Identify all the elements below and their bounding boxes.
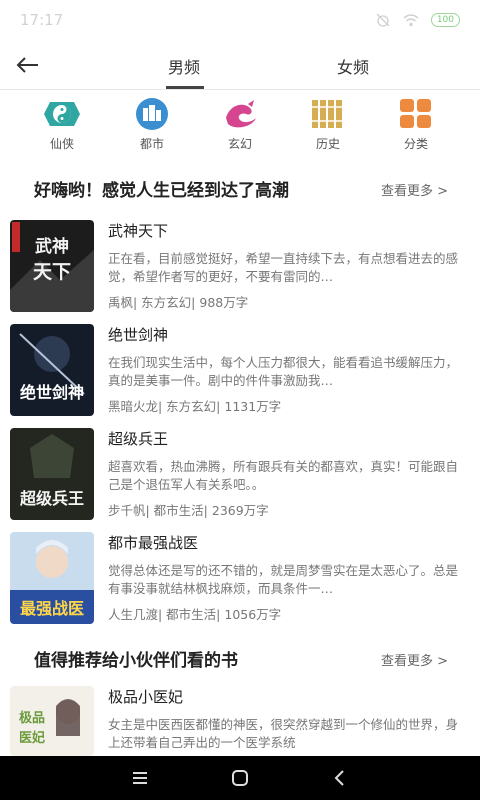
tab-male[interactable]: 男频 xyxy=(144,54,224,78)
home-icon[interactable] xyxy=(228,766,252,790)
book-description: 在我们现实生活中，每个人压力都很大，能看看追书缓解压力，真的是美事一件。剧中的件… xyxy=(108,355,459,388)
alarm-off-icon xyxy=(376,13,390,27)
view-more-link[interactable]: 查看更多 > xyxy=(381,180,448,199)
book-meta: 禹枫| 东方玄幻| 988万字 xyxy=(108,295,249,310)
grid-icon xyxy=(400,99,431,128)
wifi-icon xyxy=(403,14,419,27)
category-label: 仙侠 xyxy=(49,137,74,151)
book-description: 超喜欢看，热血沸腾，所有跟兵有关的都喜欢，真实！可能跟自己是个退伍军人有关系吧。… xyxy=(108,459,459,492)
category-history[interactable]: 历史 xyxy=(298,98,358,152)
category-row: 仙侠 都市 玄幻 历史 分类 xyxy=(0,98,480,158)
dragon-icon xyxy=(226,100,256,128)
cover-title: 超级兵王 xyxy=(19,489,84,508)
category-fantasy[interactable]: 玄幻 xyxy=(210,98,270,152)
book-item[interactable]: 绝世剑神 绝世剑神 在我们现实生活中，每个人压力都很大，能看看追书缓解压力，真的… xyxy=(10,324,470,418)
book-description: 正在看，目前感觉挺好，希望一直持续下去，有点想看进去的感觉，希望作者写的更好，不… xyxy=(108,251,459,284)
status-time: 17:17 xyxy=(20,11,64,29)
book-meta: 黑暗火龙| 东方玄幻| 1131万字 xyxy=(108,399,282,414)
book-meta: 步千帆| 都市生活| 2369万字 xyxy=(108,503,269,518)
book-meta: 人生几渡| 都市生活| 1056万字 xyxy=(108,607,282,622)
section-title: 好嗨哟！感觉人生已经到达了高潮 xyxy=(34,181,289,201)
active-tab-indicator xyxy=(166,86,204,89)
view-more-link[interactable]: 查看更多 > xyxy=(381,650,448,669)
category-all[interactable]: 分类 xyxy=(386,98,446,152)
system-nav-bar xyxy=(0,756,480,800)
category-label: 分类 xyxy=(403,137,428,151)
book-item[interactable]: 武神 天下 武神天下 正在看，目前感觉挺好，希望一直持续下去，有点想看进去的感觉… xyxy=(10,220,470,314)
book-title: 绝世剑神 xyxy=(108,326,169,344)
book-item[interactable]: 最强战医 都市最强战医 觉得总体还是写的还不错的，就是周梦雪实在是太恶心了。总是… xyxy=(10,532,470,626)
category-label: 玄幻 xyxy=(227,137,252,151)
cover-title: 医妃 xyxy=(19,730,45,746)
back-arrow-icon[interactable] xyxy=(14,52,42,78)
bamboo-scroll-icon xyxy=(310,100,344,128)
cover-title: 天下 xyxy=(33,261,71,283)
book-item[interactable]: 超级兵王 超级兵王 超喜欢看，热血沸腾，所有跟兵有关的都喜欢，真实！可能跟自己是… xyxy=(10,428,470,522)
book-description: 觉得总体还是写的还不错的，就是周梦雪实在是太恶心了。总是有事没事就结林枫找麻烦，… xyxy=(108,563,459,596)
back-icon[interactable] xyxy=(328,766,352,790)
book-title: 超级兵王 xyxy=(108,430,169,448)
top-nav: 男频 女频 xyxy=(0,40,480,90)
book-title: 极品小医妃 xyxy=(108,688,184,706)
book-cover: 超级兵王 xyxy=(10,428,94,520)
cover-title: 最强战医 xyxy=(20,599,84,618)
book-item[interactable]: 极品 医妃 极品小医妃 女主是中医西医都懂的神医，很突然穿越到一个修仙的世界，身… xyxy=(10,686,470,756)
book-cover: 最强战医 xyxy=(10,532,94,624)
category-xianxia[interactable]: 仙侠 xyxy=(32,98,92,152)
book-title: 武神天下 xyxy=(108,222,169,240)
battery-indicator: 100 xyxy=(430,13,460,27)
city-buildings-icon xyxy=(136,98,168,130)
yin-yang-icon xyxy=(44,102,80,126)
cover-title: 武神 xyxy=(35,236,69,257)
book-title: 都市最强战医 xyxy=(108,534,199,552)
cover-title: 绝世剑神 xyxy=(20,383,84,402)
book-cover: 绝世剑神 xyxy=(10,324,94,416)
category-label: 历史 xyxy=(315,137,340,151)
book-cover: 武神 天下 xyxy=(10,220,94,312)
book-cover: 极品 医妃 xyxy=(10,686,94,756)
book-description: 女主是中医西医都懂的神医，很突然穿越到一个修仙的世界，身上还带着自己弄出的一个医… xyxy=(108,717,459,750)
menu-icon[interactable] xyxy=(128,766,152,790)
tab-female[interactable]: 女频 xyxy=(313,54,393,78)
status-bar: 17:17 100 xyxy=(0,0,480,40)
cover-title: 极品 xyxy=(19,710,45,726)
category-city[interactable]: 都市 xyxy=(122,98,182,152)
section-title: 值得推荐给小伙伴们看的书 xyxy=(34,651,238,671)
category-label: 都市 xyxy=(139,137,164,151)
status-icons: 100 xyxy=(375,13,460,27)
